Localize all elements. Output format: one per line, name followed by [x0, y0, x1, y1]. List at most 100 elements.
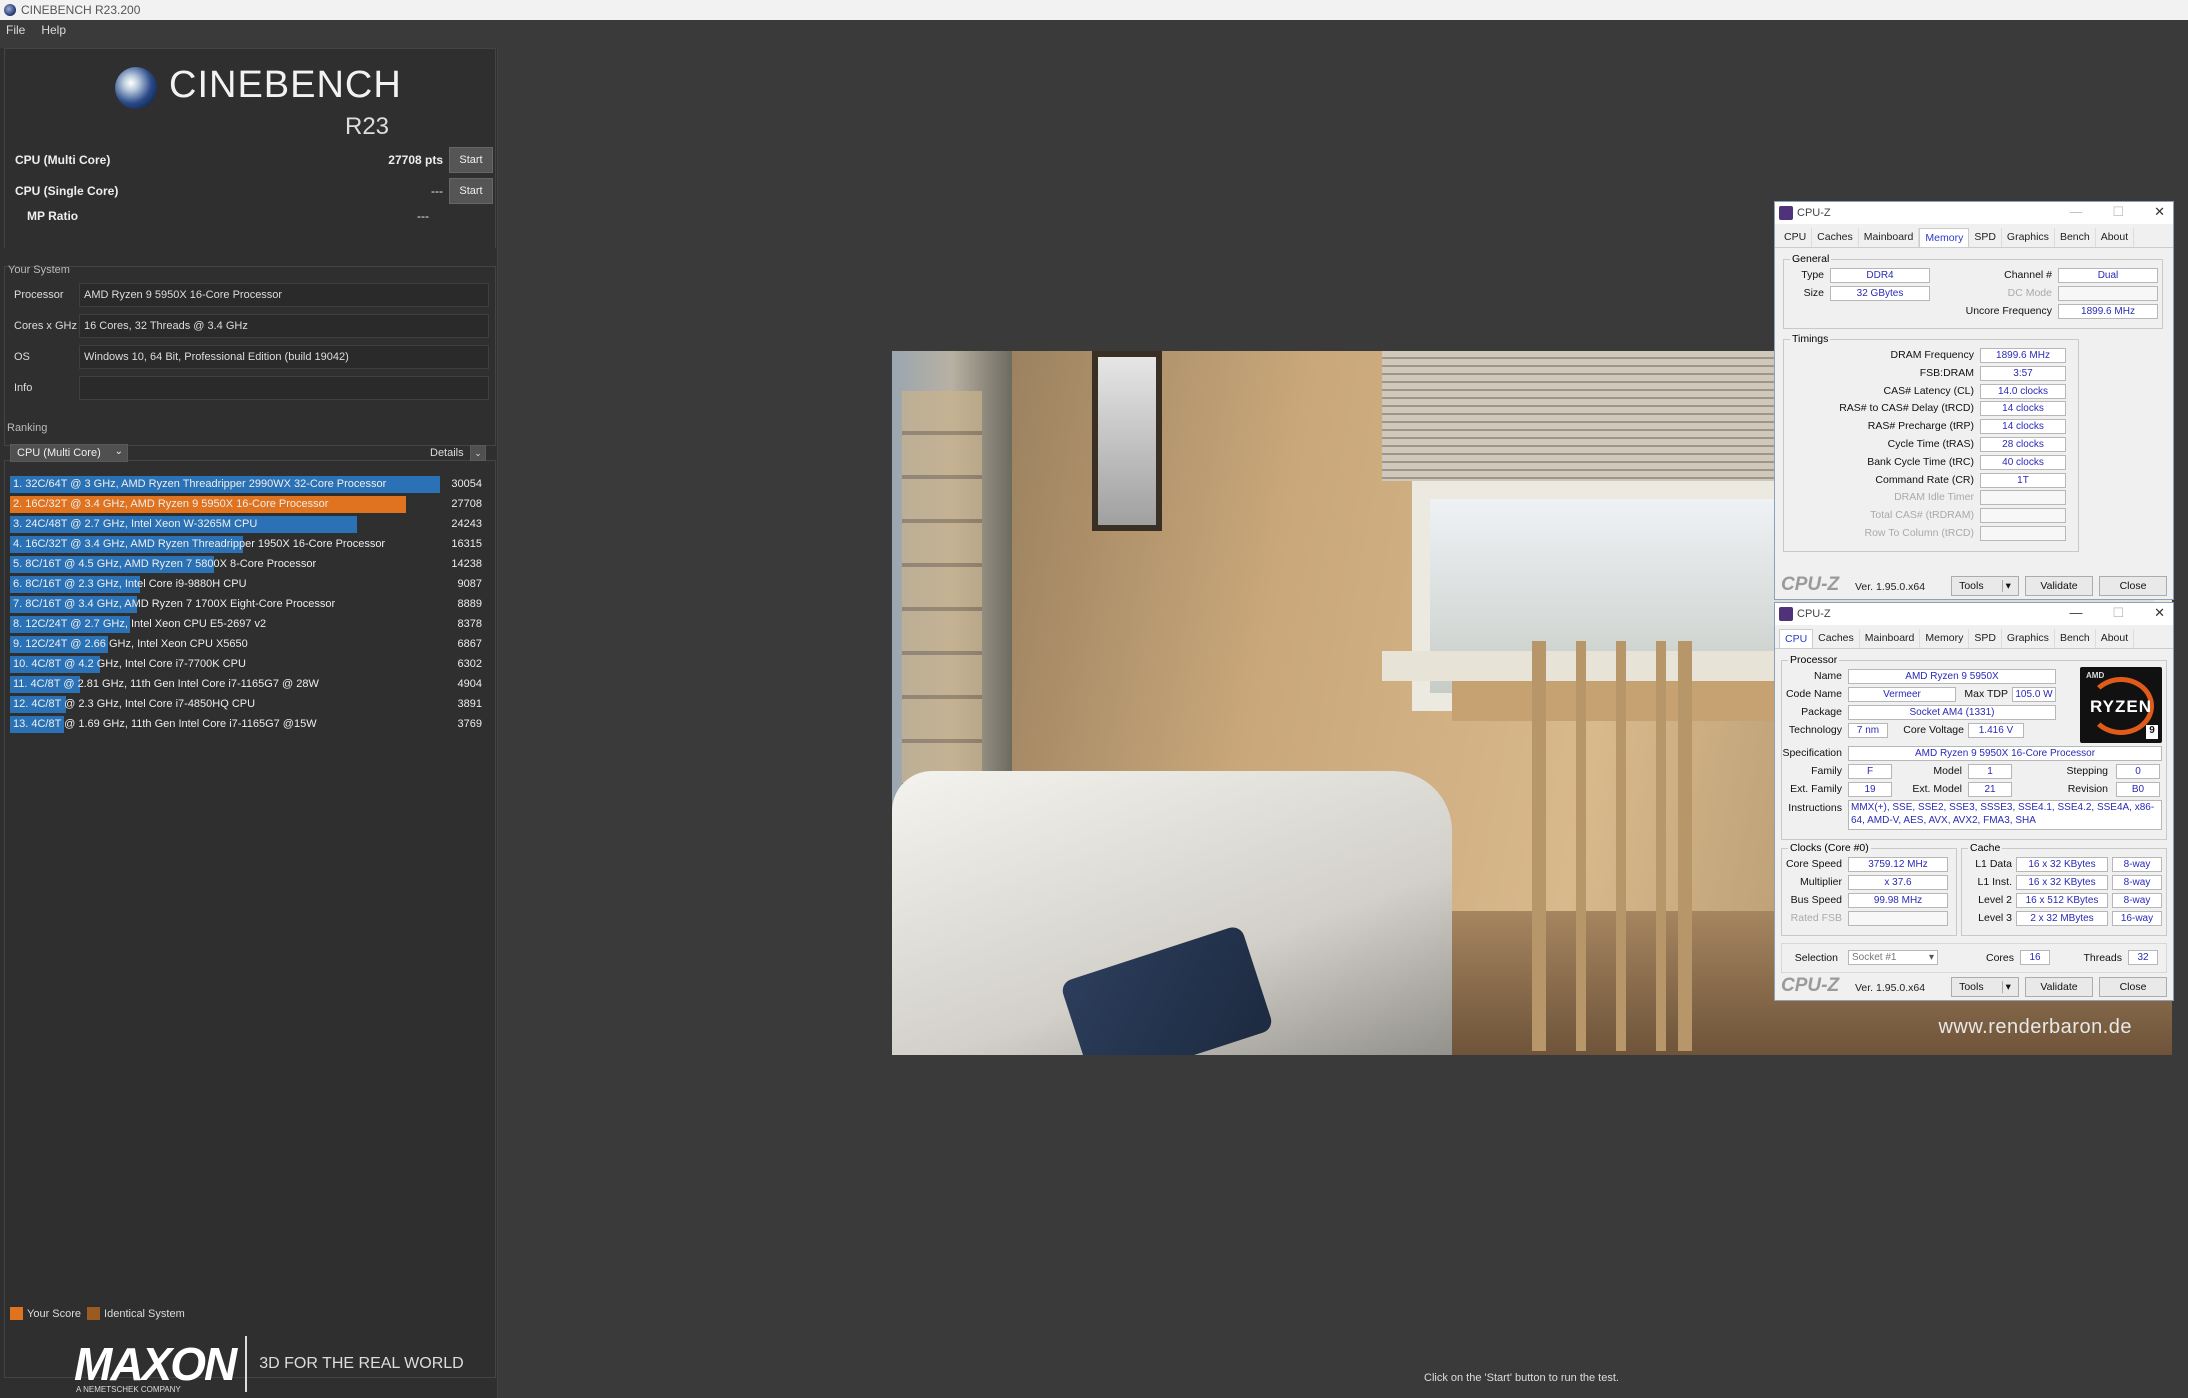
corespeed-field: 3759.12 MHz	[1848, 857, 1948, 872]
ranking-row[interactable]: 3. 24C/48T @ 2.7 GHz, Intel Xeon W-3265M…	[10, 514, 486, 534]
tab-graphics[interactable]: Graphics	[2002, 228, 2055, 247]
stepping-label: Stepping	[2066, 765, 2108, 777]
tab-caches[interactable]: Caches	[1812, 228, 1859, 247]
ranking-row-your-score[interactable]: 2. 16C/32T @ 3.4 GHz, AMD Ryzen 9 5950X …	[10, 494, 486, 514]
ranking-row[interactable]: 10. 4C/8T @ 4.2 GHz, Intel Core i7-7700K…	[10, 654, 486, 674]
tab-caches[interactable]: Caches	[1813, 629, 1860, 648]
tab-bench[interactable]: Bench	[2055, 629, 2096, 648]
ranking-label: 3. 24C/48T @ 2.7 GHz, Intel Xeon W-3265M…	[13, 518, 258, 530]
info-field[interactable]	[79, 376, 489, 400]
tab-cpu[interactable]: CPU	[1779, 629, 1814, 648]
ranking-label: 12. 4C/8T @ 2.3 GHz, Intel Core i7-4850H…	[13, 698, 256, 710]
close-button[interactable]: Close	[2099, 576, 2167, 596]
system-key: Cores x GHz	[14, 320, 77, 332]
ranking-row[interactable]: 11. 4C/8T @ 2.81 GHz, 11th Gen Intel Cor…	[10, 674, 486, 694]
ranking-row[interactable]: 4. 16C/32T @ 3.4 GHz, AMD Ryzen Threadri…	[10, 534, 486, 554]
memory-general-group: General Type DDR4 Size 32 GBytes Channel…	[1783, 253, 2163, 329]
cpuz-brand: CPU-Z	[1781, 975, 1840, 996]
tab-mainboard[interactable]: Mainboard	[1859, 228, 1920, 247]
tab-bench[interactable]: Bench	[2055, 228, 2096, 247]
ranking-label: 13. 4C/8T @ 1.69 GHz, 11th Gen Intel Cor…	[13, 718, 317, 730]
minimize-icon[interactable]: —	[2069, 204, 2082, 220]
cache-label: Level 3	[1978, 912, 2012, 924]
validate-button[interactable]: Validate	[2025, 576, 2093, 596]
validate-button[interactable]: Validate	[2025, 977, 2093, 997]
ranking-row[interactable]: 6. 8C/16T @ 2.3 GHz, Intel Core i9-9880H…	[10, 574, 486, 594]
extfamily-field: 19	[1848, 782, 1892, 797]
tools-label: Tools	[1959, 580, 1984, 592]
logo-version: R23	[345, 113, 390, 140]
channel-label: Channel #	[2004, 269, 2052, 281]
ranking-row[interactable]: 9. 12C/24T @ 2.66 GHz, Intel Xeon CPU X5…	[10, 634, 486, 654]
system-key: OS	[14, 351, 30, 363]
tab-about[interactable]: About	[2096, 629, 2135, 648]
ryzen-logo: AMD RYZEN 9	[2080, 667, 2162, 743]
cpuz-brand: CPU-Z	[1781, 574, 1840, 595]
cores-field: 16	[2020, 950, 2050, 965]
minimize-icon[interactable]: —	[2069, 605, 2082, 621]
system-value: Windows 10, 64 Bit, Professional Edition…	[79, 345, 489, 369]
ratedfsb-field	[1848, 911, 1948, 926]
cinebench-sphere-icon	[115, 67, 157, 109]
cache-label: L1 Data	[1975, 858, 2012, 870]
timing-field: 14 clocks	[1980, 419, 2066, 435]
start-single-button[interactable]: Start	[449, 178, 493, 204]
maxtdp-field: 105.0 W	[2012, 687, 2056, 702]
system-key: Processor	[14, 289, 64, 301]
ranking-score: 4904	[457, 678, 482, 690]
tab-memory[interactable]: Memory	[1919, 228, 1970, 247]
ranking-row[interactable]: 12. 4C/8T @ 2.3 GHz, Intel Core i7-4850H…	[10, 694, 486, 714]
menu-help[interactable]: Help	[41, 23, 66, 37]
window-title: CINEBENCH R23.200	[21, 3, 141, 17]
type-label: Type	[1801, 269, 1824, 281]
tools-button[interactable]: Tools ▾	[1951, 576, 2019, 596]
tab-cpu[interactable]: CPU	[1779, 228, 1813, 247]
channel-field: Dual	[2058, 268, 2158, 283]
ranking-row[interactable]: 5. 8C/16T @ 4.5 GHz, AMD Ryzen 7 5800X 8…	[10, 554, 486, 574]
tab-spd[interactable]: SPD	[1969, 228, 2002, 247]
socket-select-value: Socket #1	[1852, 952, 1897, 963]
timing-field: 1899.6 MHz	[1980, 348, 2066, 363]
details-toggle-button[interactable]: ⌄	[470, 445, 486, 461]
menu-bar: File Help	[0, 20, 2188, 40]
details-label: Details	[430, 447, 464, 459]
start-multi-button[interactable]: Start	[449, 147, 493, 173]
ranking-category-select[interactable]: CPU (Multi Core) ⌄	[10, 444, 128, 462]
tab-about[interactable]: About	[2096, 228, 2135, 247]
cache-size-field: 16 x 32 KBytes	[2016, 857, 2108, 872]
socket-select[interactable]: Socket #1 ▾	[1848, 950, 1938, 965]
voltage-label: Core Voltage	[1903, 724, 1964, 736]
close-button[interactable]: Close	[2099, 977, 2167, 997]
maximize-icon: ☐	[2112, 605, 2125, 620]
ranking-row[interactable]: 13. 4C/8T @ 1.69 GHz, 11th Gen Intel Cor…	[10, 714, 486, 734]
group-title: General	[1790, 253, 1832, 265]
status-text: Click on the 'Start' button to run the t…	[1424, 1372, 1619, 1384]
ranking-score: 6867	[457, 638, 482, 650]
spec-label: Specification	[1782, 747, 1842, 759]
tools-button[interactable]: Tools ▾	[1951, 977, 2019, 997]
busspeed-field: 99.98 MHz	[1848, 893, 1948, 908]
dropdown-arrow-icon: ▾	[2001, 580, 2011, 592]
ryzen-tier: 9	[2146, 725, 2158, 739]
cache-way-field: 8-way	[2112, 893, 2162, 908]
tab-graphics[interactable]: Graphics	[2002, 629, 2055, 648]
memory-timings-group: Timings DRAM Frequency 1899.6 MHz FSB:DRAM…	[1783, 333, 2079, 552]
close-icon[interactable]: ✕	[2154, 204, 2165, 220]
tab-memory[interactable]: Memory	[1920, 629, 1970, 648]
close-icon[interactable]: ✕	[2154, 605, 2165, 621]
tab-spd[interactable]: SPD	[1969, 629, 2002, 648]
threads-field: 32	[2128, 950, 2158, 965]
ranking-row[interactable]: 1. 32C/64T @ 3 GHz, AMD Ryzen Threadripp…	[10, 474, 486, 494]
ranking-score: 30054	[451, 478, 482, 490]
your-score-swatch	[10, 1307, 23, 1320]
system-row-processor: Processor AMD Ryzen 9 5950X 16-Core Proc…	[9, 281, 495, 309]
voltage-field: 1.416 V	[1968, 723, 2024, 738]
tab-mainboard[interactable]: Mainboard	[1860, 629, 1921, 648]
timing-label: RAS# Precharge (tRP)	[1867, 420, 1974, 433]
ranking-row[interactable]: 8. 12C/24T @ 2.7 GHz, Intel Xeon CPU E5-…	[10, 614, 486, 634]
instructions-label: Instructions	[1788, 802, 1842, 814]
menu-file[interactable]: File	[6, 23, 25, 37]
technology-field: 7 nm	[1848, 723, 1888, 738]
maxon-name: MAXON	[74, 1338, 237, 1390]
ranking-row[interactable]: 7. 8C/16T @ 3.4 GHz, AMD Ryzen 7 1700X E…	[10, 594, 486, 614]
